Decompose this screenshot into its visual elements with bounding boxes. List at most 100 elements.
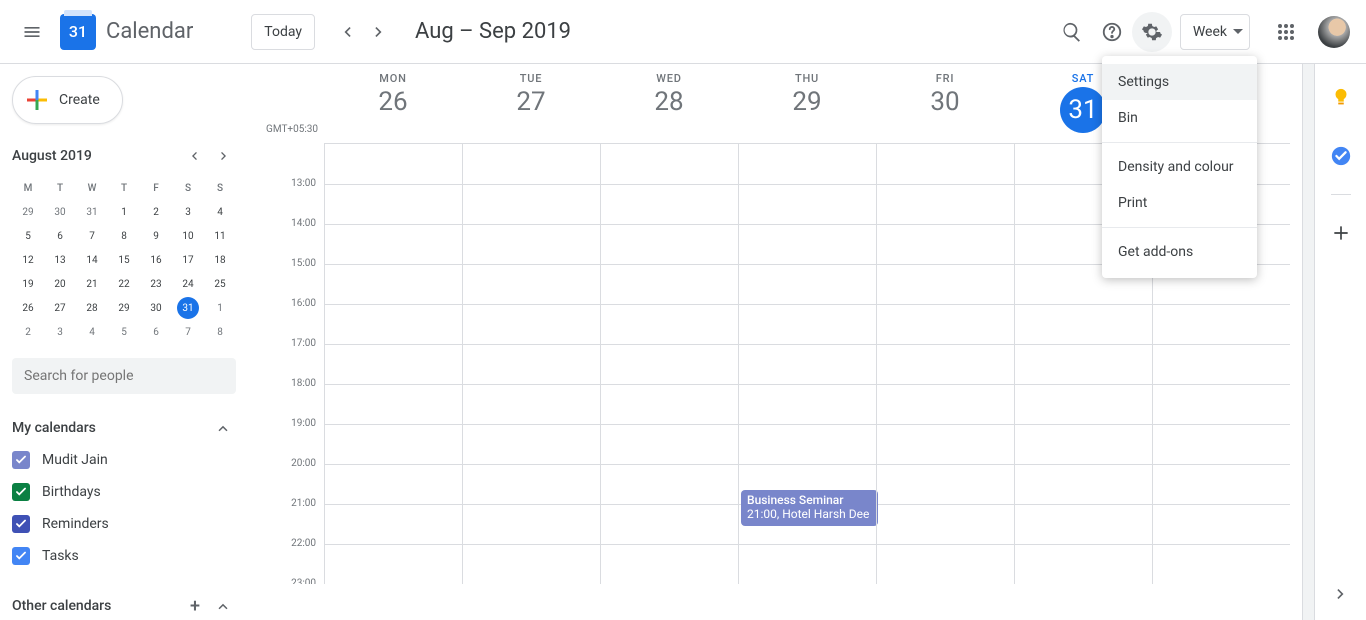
mini-date-cell[interactable]: 6	[44, 224, 76, 248]
today-button[interactable]: Today	[251, 14, 315, 50]
mini-dow: M	[12, 176, 44, 200]
mini-date-cell[interactable]: 15	[108, 248, 140, 272]
google-apps-button[interactable]	[1266, 12, 1306, 52]
hour-label: 22:00	[248, 538, 316, 578]
calendar-item[interactable]: Reminders	[12, 508, 236, 540]
my-calendars-header[interactable]: My calendars	[12, 412, 236, 444]
prev-week-button[interactable]	[331, 16, 363, 48]
day-column[interactable]	[462, 144, 600, 584]
day-column[interactable]	[876, 144, 1014, 584]
calendar-checkbox[interactable]	[12, 451, 30, 469]
calendar-item[interactable]: Tasks	[12, 540, 236, 572]
menu-item-addons[interactable]: Get add-ons	[1102, 234, 1257, 270]
collapse-other-calendars[interactable]	[210, 593, 236, 619]
mini-date-cell[interactable]: 30	[140, 296, 172, 320]
mini-date-cell[interactable]: 27	[44, 296, 76, 320]
settings-button[interactable]	[1132, 12, 1172, 52]
day-header[interactable]: WED28	[600, 64, 738, 143]
mini-date-cell[interactable]: 11	[204, 224, 236, 248]
mini-date-cell[interactable]: 26	[12, 296, 44, 320]
menu-item-settings[interactable]: Settings	[1102, 64, 1257, 100]
calendar-item[interactable]: Birthdays	[12, 476, 236, 508]
mini-date-cell[interactable]: 2	[140, 200, 172, 224]
mini-prev-button[interactable]	[182, 144, 206, 168]
mini-date-cell[interactable]: 28	[76, 296, 108, 320]
mini-date-cell[interactable]: 17	[172, 248, 204, 272]
keep-button[interactable]	[1321, 78, 1361, 118]
tasks-button[interactable]	[1321, 136, 1361, 176]
mini-date-cell[interactable]: 12	[12, 248, 44, 272]
mini-date-cell[interactable]: 14	[76, 248, 108, 272]
hour-label: 17:00	[248, 338, 316, 378]
day-header[interactable]: THU29	[738, 64, 876, 143]
mini-date-cell[interactable]: 5	[108, 320, 140, 344]
mini-date-cell[interactable]: 1	[108, 200, 140, 224]
mini-date-cell[interactable]: 3	[172, 200, 204, 224]
hide-side-panel-button[interactable]	[1323, 576, 1359, 612]
next-week-button[interactable]	[363, 16, 395, 48]
day-header[interactable]: TUE27	[462, 64, 600, 143]
mini-date-cell[interactable]: 7	[76, 224, 108, 248]
collapse-my-calendars[interactable]	[210, 415, 236, 441]
hour-label: 23:00	[248, 578, 316, 584]
mini-date-cell[interactable]: 6	[140, 320, 172, 344]
mini-date-cell[interactable]: 7	[172, 320, 204, 344]
chevron-up-icon	[214, 419, 232, 437]
calendar-checkbox[interactable]	[12, 483, 30, 501]
app-logo[interactable]: 31 Calendar	[60, 14, 193, 50]
menu-item-print[interactable]: Print	[1102, 185, 1257, 221]
mini-date-cell[interactable]: 30	[44, 200, 76, 224]
mini-date-cell[interactable]: 8	[108, 224, 140, 248]
mini-date-cell[interactable]: 29	[12, 200, 44, 224]
day-column[interactable]: Business Seminar21:00, Hotel Harsh Dee	[738, 144, 876, 584]
calendar-item[interactable]: Mudit Jain	[12, 444, 236, 476]
view-switcher[interactable]: Week	[1180, 14, 1250, 50]
mini-date-cell[interactable]: 29	[108, 296, 140, 320]
mini-date-cell[interactable]: 16	[140, 248, 172, 272]
mini-date-cell[interactable]: 22	[108, 272, 140, 296]
mini-calendar[interactable]: MTWTFSS293031123456789101112131415161718…	[12, 176, 236, 344]
hour-label: 20:00	[248, 458, 316, 498]
main-menu-button[interactable]	[8, 8, 56, 56]
mini-date-cell[interactable]: 20	[44, 272, 76, 296]
mini-date-cell[interactable]: 13	[44, 248, 76, 272]
mini-date-cell[interactable]: 4	[204, 200, 236, 224]
mini-date-cell[interactable]: 31	[177, 297, 199, 319]
mini-date-cell[interactable]: 1	[204, 296, 236, 320]
mini-date-cell[interactable]: 24	[172, 272, 204, 296]
scrollbar[interactable]	[1302, 64, 1314, 620]
mini-date-cell[interactable]: 19	[12, 272, 44, 296]
mini-date-cell[interactable]: 4	[76, 320, 108, 344]
mini-date-cell[interactable]: 25	[204, 272, 236, 296]
day-header[interactable]: MON26	[324, 64, 462, 143]
day-header[interactable]: FRI30	[876, 64, 1014, 143]
search-people-box[interactable]	[12, 358, 236, 394]
addons-button[interactable]	[1321, 213, 1361, 253]
day-column[interactable]	[600, 144, 738, 584]
day-column[interactable]	[324, 144, 462, 584]
calendar-event[interactable]: Business Seminar21:00, Hotel Harsh Dee	[741, 490, 878, 526]
add-other-calendar-button[interactable]: +	[186, 592, 204, 620]
mini-next-button[interactable]	[212, 144, 236, 168]
account-avatar[interactable]	[1318, 16, 1350, 48]
other-calendars-header[interactable]: Other calendars +	[12, 590, 236, 620]
mini-date-cell[interactable]: 31	[76, 200, 108, 224]
mini-date-cell[interactable]: 9	[140, 224, 172, 248]
menu-item-density[interactable]: Density and colour	[1102, 149, 1257, 185]
mini-date-cell[interactable]: 8	[204, 320, 236, 344]
create-button[interactable]: Create	[12, 76, 123, 124]
search-icon	[1061, 21, 1083, 43]
mini-date-cell[interactable]: 21	[76, 272, 108, 296]
calendar-checkbox[interactable]	[12, 515, 30, 533]
search-button[interactable]	[1052, 12, 1092, 52]
mini-date-cell[interactable]: 23	[140, 272, 172, 296]
help-button[interactable]	[1092, 12, 1132, 52]
search-people-input[interactable]	[24, 368, 224, 384]
calendar-checkbox[interactable]	[12, 547, 30, 565]
mini-date-cell[interactable]: 2	[12, 320, 44, 344]
mini-date-cell[interactable]: 10	[172, 224, 204, 248]
mini-date-cell[interactable]: 3	[44, 320, 76, 344]
menu-item-bin[interactable]: Bin	[1102, 100, 1257, 136]
mini-date-cell[interactable]: 5	[12, 224, 44, 248]
mini-date-cell[interactable]: 18	[204, 248, 236, 272]
